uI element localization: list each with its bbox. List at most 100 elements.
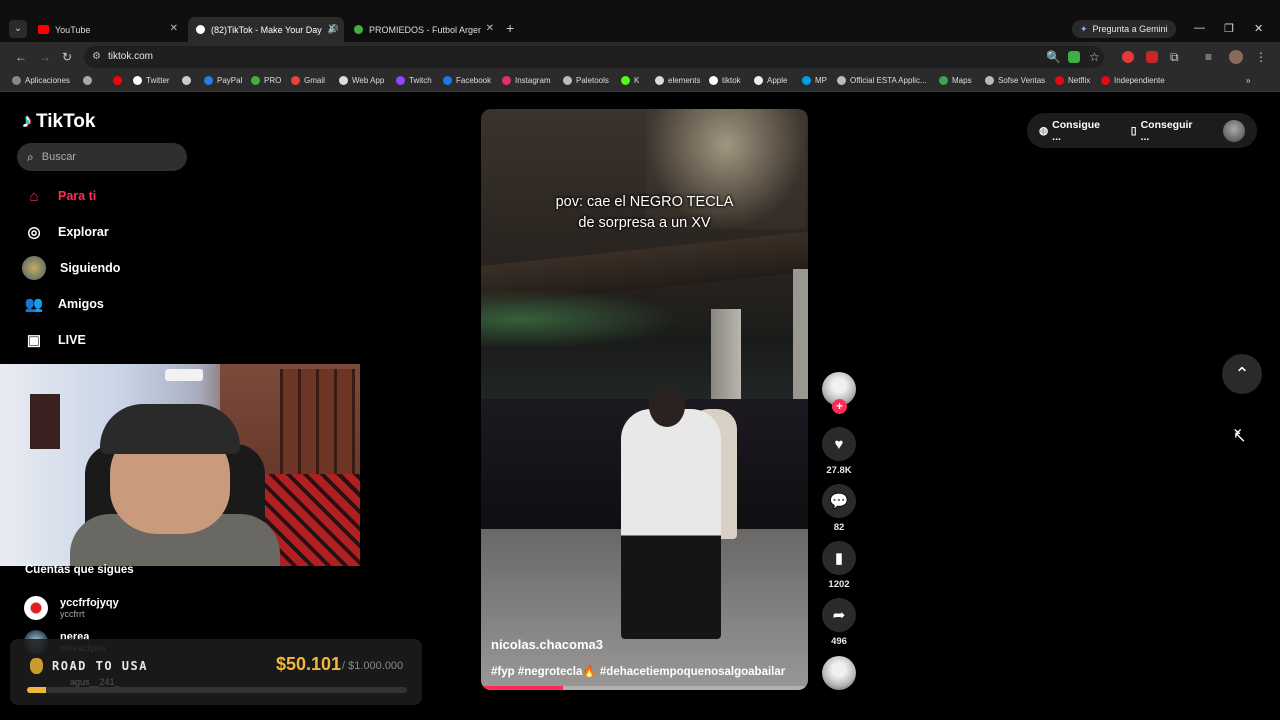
browser-menu-icon[interactable]: ⋮ (1255, 50, 1267, 64)
tab-youtube[interactable]: YouTube ✕ (30, 17, 186, 42)
reload-icon[interactable]: ↻ (62, 50, 72, 64)
video-progress-bar[interactable] (481, 686, 808, 690)
bookmark-item[interactable]: Apple (754, 76, 787, 85)
save-action[interactable]: ▮ 1202 (821, 541, 857, 590)
nav-siguiendo[interactable]: Siguiendo (22, 256, 120, 280)
extension-icon[interactable] (1146, 51, 1158, 63)
video-player[interactable]: pov: cae el NEGRO TECLA de sorpresa a un… (481, 109, 808, 690)
comment-action[interactable]: 💬 82 (821, 484, 857, 533)
bookmark-star-icon[interactable]: ☆ (1089, 50, 1100, 64)
nav-para-ti[interactable]: ⌂ Para ti (24, 186, 96, 206)
bookmark-item[interactable]: Web App (339, 76, 384, 85)
get-coins-button[interactable]: ◍ Consigue ... (1039, 119, 1111, 143)
bookmark-favicon-icon (985, 76, 994, 85)
following-avatar-icon (22, 256, 46, 280)
bookmark-label: Aplicaciones (25, 76, 70, 85)
previous-video-button[interactable]: ⌃ (1222, 354, 1262, 394)
tab-promiedos[interactable]: PROMIEDOS - Futbol Argentino ✕ (346, 17, 502, 42)
nav-explorar[interactable]: ◎ Explorar (24, 222, 109, 242)
bookmark-label: Gmail (304, 76, 325, 85)
maximize-button[interactable]: ❐ (1224, 22, 1234, 35)
close-tab-icon[interactable]: ✕ (328, 23, 336, 34)
close-tab-icon[interactable]: ✕ (170, 23, 178, 34)
site-info-icon[interactable]: ⚙ (92, 46, 101, 68)
profile-avatar[interactable] (1229, 50, 1243, 64)
bookmark-label: Facebook (456, 76, 492, 85)
url-input[interactable]: ⚙ tiktok.com (84, 46, 1104, 68)
tiktok-logo[interactable]: ♪ TikTok (22, 110, 95, 133)
zoom-icon[interactable]: 🔍 (1046, 50, 1061, 64)
bookmark-item[interactable]: Twitch (396, 76, 432, 85)
share-icon[interactable]: ➦ (822, 598, 856, 632)
user-avatar[interactable] (1223, 119, 1245, 142)
new-tab-button[interactable]: + (506, 20, 514, 36)
media-control-icon[interactable]: ≡ (1205, 50, 1212, 64)
heart-icon[interactable]: ♥ (822, 427, 856, 461)
close-window-button[interactable]: ✕ (1254, 22, 1263, 35)
forward-icon[interactable]: → (39, 50, 51, 64)
bookmark-item[interactable]: elements (655, 76, 700, 85)
bookmark-favicon-icon (182, 76, 191, 85)
bookmark-item[interactable]: Twitter (133, 76, 170, 85)
bookmark-label: Apple (767, 76, 788, 85)
bookmark-favicon-icon (204, 76, 213, 85)
nav-label: Explorar (58, 225, 109, 239)
caption-line-2: de sorpresa a un XV (578, 215, 711, 231)
chevron-up-icon: ⌃ (1234, 363, 1250, 384)
video-author[interactable]: nicolas.chacoma3 (491, 637, 603, 652)
bookmark-item[interactable]: Instagram (502, 76, 551, 85)
back-icon[interactable]: ← (15, 50, 27, 64)
url-text: tiktok.com (108, 51, 154, 62)
nav-live[interactable]: ▣ LIVE (24, 330, 86, 350)
bookmark-item[interactable]: Netflix (1055, 76, 1090, 85)
bookmark-item[interactable]: Paletools (563, 76, 609, 85)
bookmark-item[interactable]: MP (802, 76, 827, 85)
tab-tiktok[interactable]: (82)TikTok - Make Your Day 🔊 ✕ (188, 17, 344, 42)
more-bookmarks-icon[interactable]: » (1246, 76, 1250, 85)
bookmark-favicon-icon (291, 76, 300, 85)
bookmark-item[interactable]: K (621, 76, 639, 85)
bookmark-item[interactable]: Official ESTA Applic... (837, 76, 927, 85)
bookmark-item[interactable]: Independiente (1101, 76, 1165, 85)
bookmark-item[interactable]: PRO (251, 76, 281, 85)
search-placeholder: Buscar (41, 151, 76, 163)
comment-icon[interactable]: 💬 (822, 484, 856, 518)
bookmark-item[interactable] (113, 76, 122, 85)
bookmark-label: Web App (352, 76, 385, 85)
bookmark-icon[interactable]: ▮ (822, 541, 856, 575)
sound-disc-avatar[interactable] (822, 656, 856, 690)
extensions-puzzle-icon[interactable]: ⧉ (1170, 50, 1179, 65)
like-action[interactable]: ♥ 27.8K (821, 427, 857, 476)
nav-label: Amigos (58, 297, 104, 311)
search-input[interactable]: ⌕ Buscar (17, 143, 187, 171)
bookmark-favicon-icon (837, 76, 846, 85)
gemini-button[interactable]: ✦ Pregunta a Gemini (1072, 20, 1176, 38)
bookmark-label: Paletools (576, 76, 609, 85)
bookmark-favicon-icon (12, 76, 21, 85)
bookmark-item[interactable]: Sofse Ventas (985, 76, 1045, 85)
extension-icon[interactable] (1122, 51, 1134, 63)
bookmark-item[interactable]: tiktok (709, 76, 741, 85)
bookmark-item[interactable]: PayPal (204, 76, 242, 85)
video-hashtags[interactable]: #fyp #negrotecla🔥 #dehacetiempoquenosalg… (491, 664, 785, 678)
road-goal: / $1.000.000 (342, 660, 404, 672)
tiktok-wordmark: TikTok (36, 110, 96, 132)
bookmark-item[interactable]: Maps (939, 76, 972, 85)
bookmark-item[interactable] (83, 76, 92, 85)
follow-plus-icon[interactable]: + (832, 399, 847, 414)
bookmark-label: Sofse Ventas (998, 76, 1046, 85)
following-account[interactable]: yccfrfojyqy yccfrrt (24, 596, 119, 620)
close-tab-icon[interactable]: ✕ (486, 23, 494, 34)
bookmark-item[interactable] (182, 76, 191, 85)
bookmark-item[interactable]: Gmail (291, 76, 325, 85)
tab-search-button[interactable]: ⌄ (9, 20, 27, 38)
bookmark-item[interactable]: Facebook (443, 76, 491, 85)
get-app-button[interactable]: ▯ Conseguir ... (1131, 119, 1203, 143)
install-app-icon[interactable] (1068, 51, 1080, 63)
bookmark-item[interactable]: Aplicaciones (12, 76, 70, 85)
nav-amigos[interactable]: 👥 Amigos (24, 294, 104, 314)
minimize-button[interactable]: — (1194, 22, 1205, 34)
tab-title: PROMIEDOS - Futbol Argentino (369, 24, 481, 35)
garden-lights (481, 289, 681, 349)
share-action[interactable]: ➦ 496 (821, 598, 857, 647)
